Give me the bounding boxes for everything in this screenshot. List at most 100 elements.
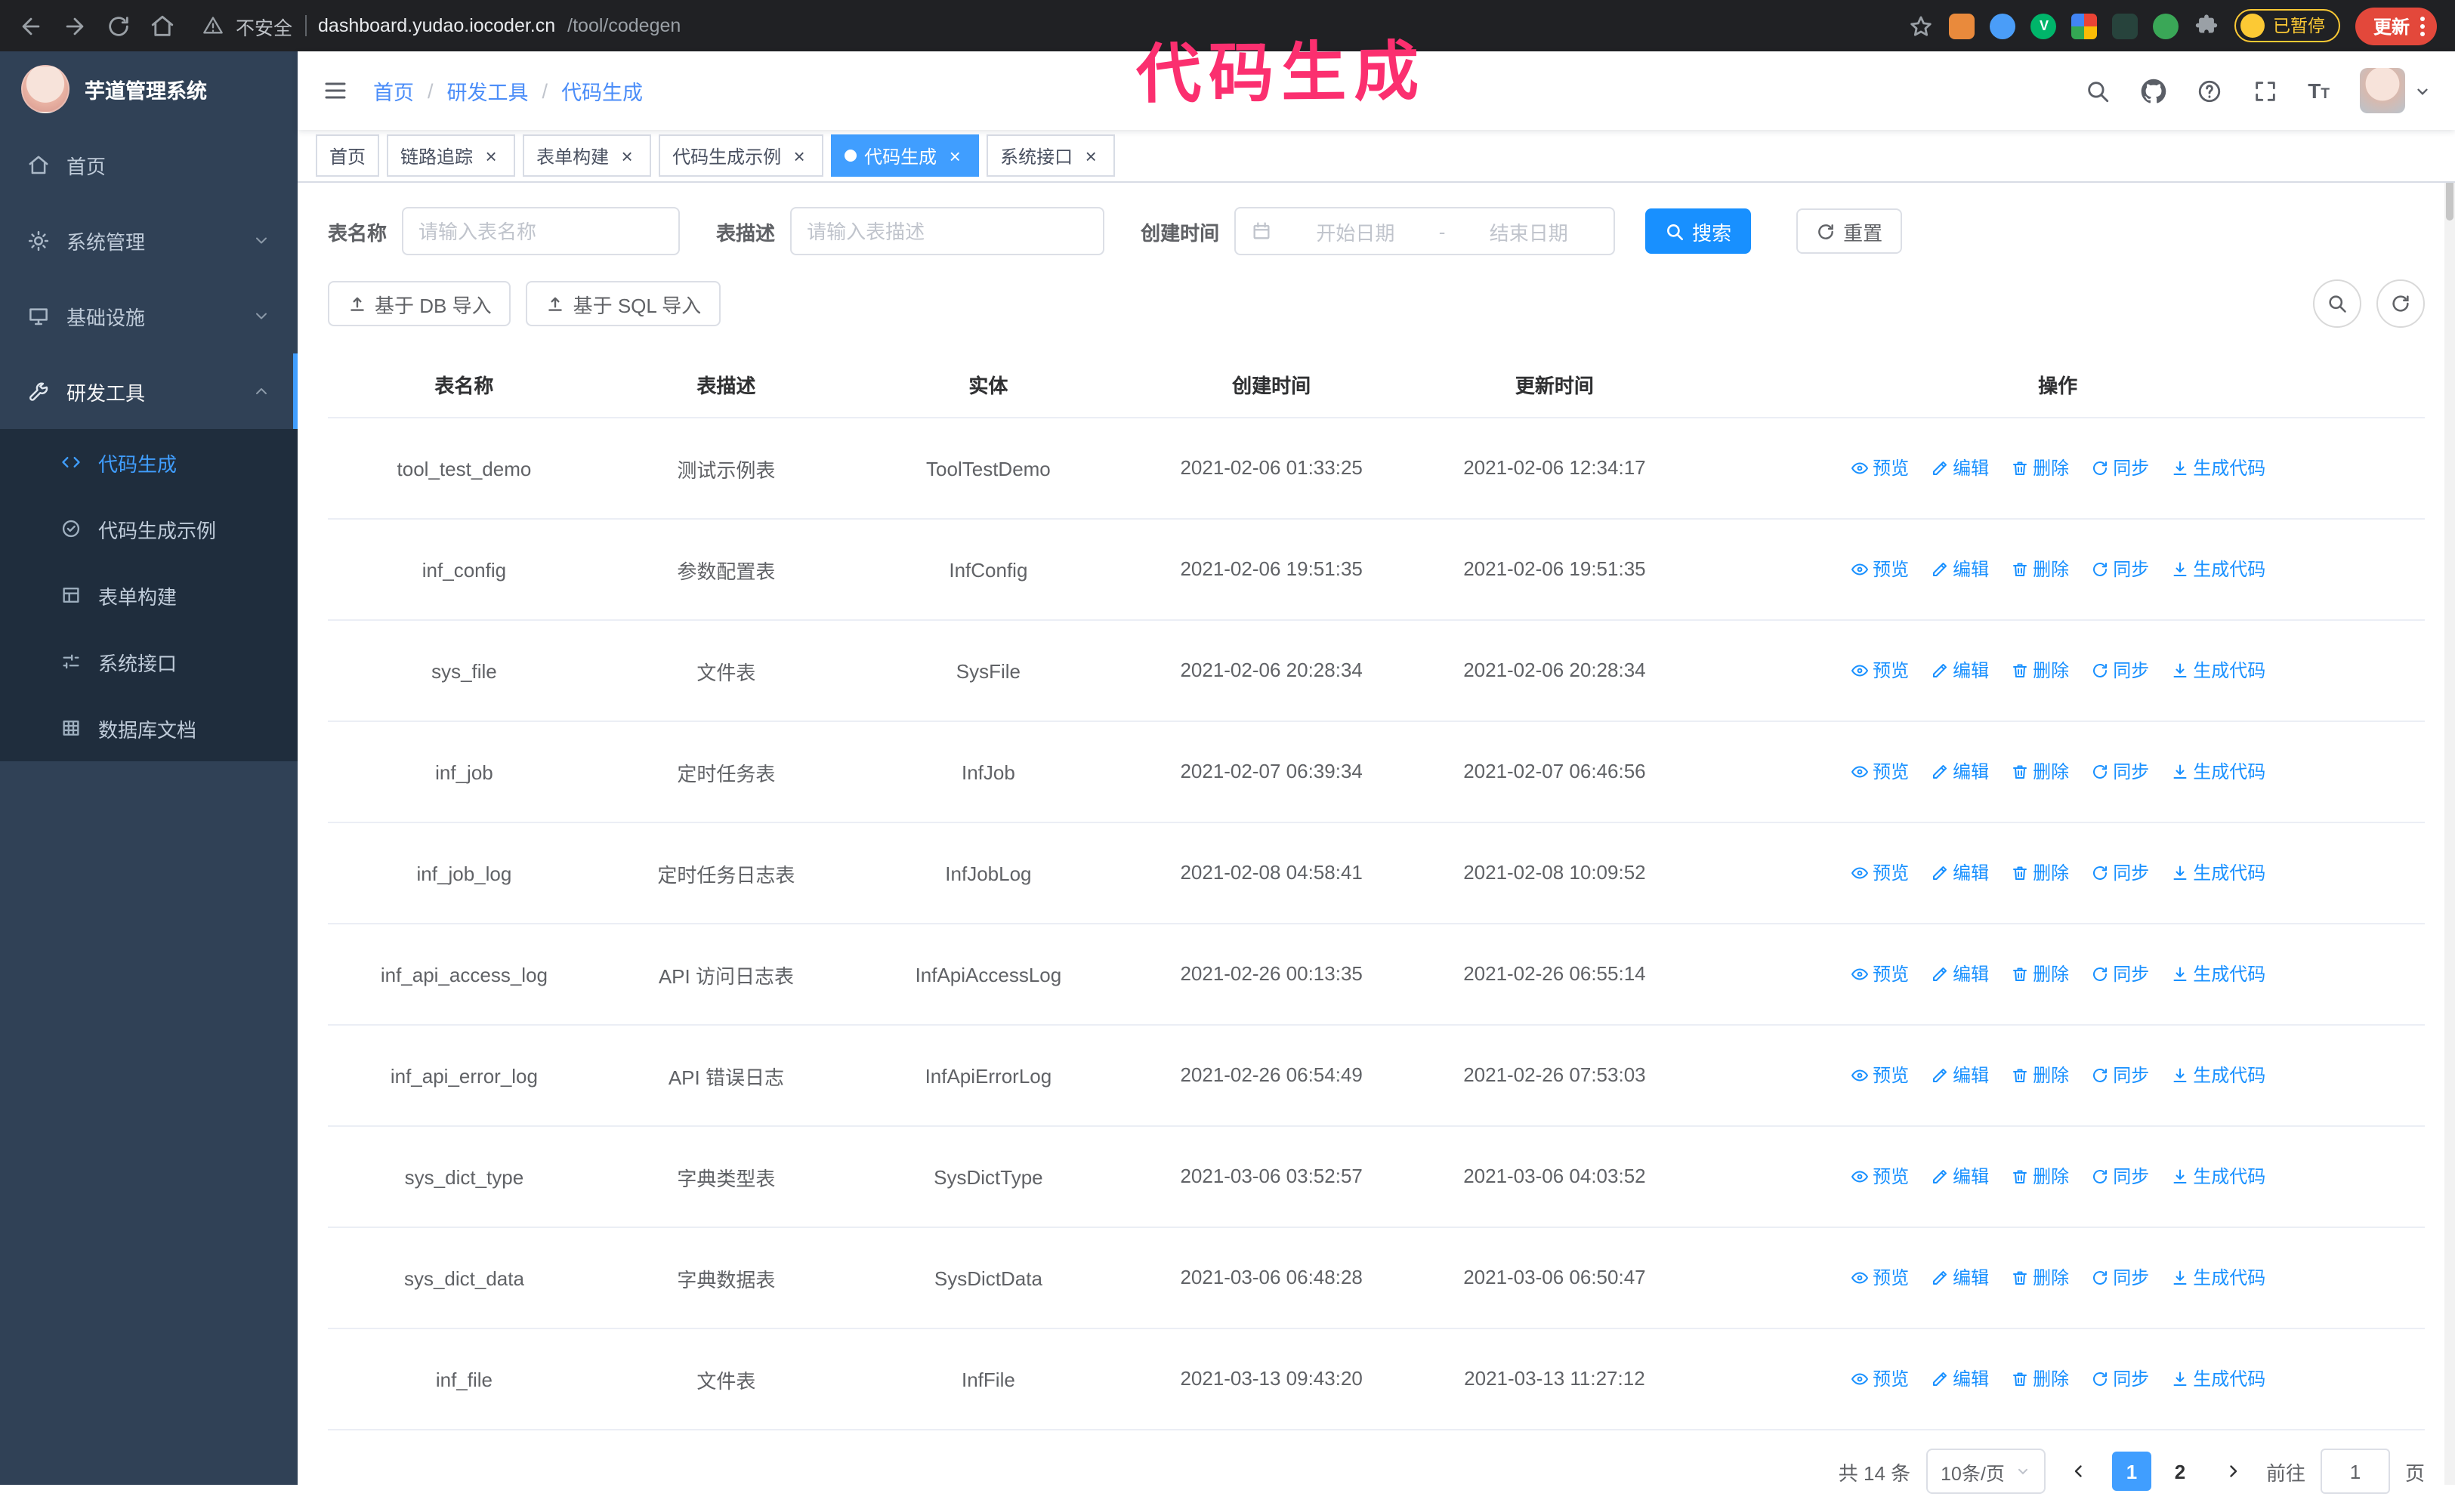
kebab-menu-icon[interactable] — [2420, 16, 2425, 35]
sync-link[interactable]: 同步 — [2090, 1164, 2149, 1190]
tab-codegen[interactable]: 代码生成 × — [831, 134, 980, 177]
preview-link[interactable]: 预览 — [1850, 1366, 1909, 1392]
close-icon[interactable]: × — [789, 145, 810, 166]
breadcrumb-codegen[interactable]: 代码生成 — [561, 76, 643, 106]
reset-button[interactable]: 重置 — [1796, 208, 1903, 254]
edit-link[interactable]: 编辑 — [1930, 557, 1989, 582]
close-icon[interactable]: × — [616, 145, 638, 166]
delete-link[interactable]: 删除 — [2010, 1366, 2069, 1392]
hamburger-icon[interactable] — [322, 77, 349, 104]
generate-link[interactable]: 生成代码 — [2170, 557, 2265, 582]
sidebar-item-codegen[interactable]: 代码生成 — [0, 429, 298, 495]
delete-link[interactable]: 删除 — [2010, 1265, 2069, 1291]
sidebar-item-system-api[interactable]: 系统接口 — [0, 628, 298, 695]
close-icon[interactable]: × — [944, 145, 965, 166]
toggle-search-button[interactable] — [2313, 279, 2361, 328]
preview-link[interactable]: 预览 — [1850, 455, 1909, 481]
sync-link[interactable]: 同步 — [2090, 557, 2149, 582]
edit-link[interactable]: 编辑 — [1930, 860, 1989, 886]
user-avatar[interactable] — [2360, 68, 2405, 113]
github-icon[interactable] — [2140, 78, 2166, 103]
refresh-table-button[interactable] — [2376, 279, 2425, 328]
generate-link[interactable]: 生成代码 — [2170, 455, 2265, 481]
edit-link[interactable]: 编辑 — [1930, 1164, 1989, 1190]
date-start-placeholder[interactable]: 开始日期 — [1286, 217, 1425, 245]
sidebar-item-form-builder[interactable]: 表单构建 — [0, 562, 298, 628]
edit-link[interactable]: 编辑 — [1930, 759, 1989, 785]
tab-tracing[interactable]: 链路追踪 × — [387, 134, 516, 177]
sidebar-item-db-doc[interactable]: 数据库文档 — [0, 695, 298, 761]
page-1[interactable]: 1 — [2111, 1452, 2151, 1491]
generate-link[interactable]: 生成代码 — [2170, 759, 2265, 785]
app-logo[interactable]: 芋道管理系统 — [0, 51, 298, 127]
tab-system-api[interactable]: 系统接口 × — [987, 134, 1116, 177]
sync-link[interactable]: 同步 — [2090, 455, 2149, 481]
table-desc-input[interactable] — [790, 207, 1105, 255]
sidebar-item-codegen-example[interactable]: 代码生成示例 — [0, 495, 298, 562]
delete-link[interactable]: 删除 — [2010, 1164, 2069, 1190]
extension-icon-4[interactable] — [2071, 13, 2098, 39]
generate-link[interactable]: 生成代码 — [2170, 1164, 2265, 1190]
breadcrumb-home[interactable]: 首页 — [373, 76, 414, 106]
preview-link[interactable]: 预览 — [1850, 961, 1909, 987]
tab-codegen-example[interactable]: 代码生成示例 × — [659, 134, 824, 177]
preview-link[interactable]: 预览 — [1850, 1265, 1909, 1291]
profile-paused-badge[interactable]: 已暂停 — [2234, 9, 2340, 42]
address-bar[interactable]: 不安全 dashboard.yudao.iocoder.cn/tool/code… — [202, 11, 681, 40]
preview-link[interactable]: 预览 — [1850, 759, 1909, 785]
delete-link[interactable]: 删除 — [2010, 1063, 2069, 1088]
generate-link[interactable]: 生成代码 — [2170, 1366, 2265, 1392]
delete-link[interactable]: 删除 — [2010, 860, 2069, 886]
sync-link[interactable]: 同步 — [2090, 961, 2149, 987]
next-page-button[interactable] — [2215, 1453, 2251, 1489]
delete-link[interactable]: 删除 — [2010, 455, 2069, 481]
sync-link[interactable]: 同步 — [2090, 759, 2149, 785]
import-db-button[interactable]: 基于 DB 导入 — [328, 281, 511, 326]
edit-link[interactable]: 编辑 — [1930, 455, 1989, 481]
edit-link[interactable]: 编辑 — [1930, 658, 1989, 683]
delete-link[interactable]: 删除 — [2010, 759, 2069, 785]
extension-icon-3[interactable]: V — [2030, 13, 2057, 39]
generate-link[interactable]: 生成代码 — [2170, 1063, 2265, 1088]
font-size-icon[interactable]: TT — [2308, 80, 2330, 102]
preview-link[interactable]: 预览 — [1850, 1063, 1909, 1088]
home-browser-icon[interactable] — [150, 13, 175, 39]
search-icon[interactable] — [2084, 78, 2110, 103]
bookmark-star-icon[interactable] — [1909, 13, 1935, 39]
extensions-puzzle-icon[interactable] — [2194, 13, 2220, 39]
breadcrumb-devtools[interactable]: 研发工具 — [447, 76, 529, 106]
sync-link[interactable]: 同步 — [2090, 1366, 2149, 1392]
fullscreen-icon[interactable] — [2252, 78, 2277, 103]
user-menu[interactable] — [2360, 68, 2431, 113]
prev-page-button[interactable] — [2061, 1453, 2097, 1489]
edit-link[interactable]: 编辑 — [1930, 1265, 1989, 1291]
edit-link[interactable]: 编辑 — [1930, 1063, 1989, 1088]
sidebar-item-system-management[interactable]: 系统管理 — [0, 202, 298, 278]
import-sql-button[interactable]: 基于 SQL 导入 — [526, 281, 721, 326]
sync-link[interactable]: 同步 — [2090, 860, 2149, 886]
preview-link[interactable]: 预览 — [1850, 557, 1909, 582]
delete-link[interactable]: 删除 — [2010, 658, 2069, 683]
generate-link[interactable]: 生成代码 — [2170, 1265, 2265, 1291]
tab-home[interactable]: 首页 — [316, 134, 380, 177]
generate-link[interactable]: 生成代码 — [2170, 658, 2265, 683]
sync-link[interactable]: 同步 — [2090, 1265, 2149, 1291]
sync-link[interactable]: 同步 — [2090, 1063, 2149, 1088]
date-end-placeholder[interactable]: 结束日期 — [1459, 217, 1598, 245]
search-button[interactable]: 搜索 — [1645, 208, 1752, 254]
page-scrollbar[interactable] — [2444, 51, 2455, 1485]
preview-link[interactable]: 预览 — [1850, 658, 1909, 683]
preview-link[interactable]: 预览 — [1850, 860, 1909, 886]
date-range-picker[interactable]: 开始日期 - 结束日期 — [1234, 207, 1616, 255]
page-size-select[interactable]: 10条/页 — [1925, 1449, 2046, 1494]
extension-icon-1[interactable] — [1949, 13, 1975, 39]
generate-link[interactable]: 生成代码 — [2170, 961, 2265, 987]
close-icon[interactable]: × — [1080, 145, 1101, 166]
delete-link[interactable]: 删除 — [2010, 961, 2069, 987]
chrome-update-button[interactable]: 更新 — [2355, 7, 2437, 45]
security-label[interactable]: 不安全 — [236, 11, 292, 40]
extension-icon-6[interactable] — [2153, 13, 2179, 39]
help-icon[interactable] — [2196, 78, 2222, 103]
reload-icon[interactable] — [106, 13, 131, 39]
sidebar-item-infrastructure[interactable]: 基础设施 — [0, 278, 298, 353]
